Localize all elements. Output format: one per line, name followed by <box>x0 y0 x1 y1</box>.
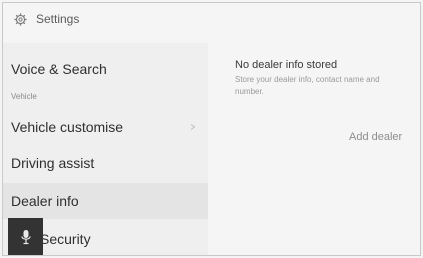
settings-screen: Settings Voice & Search Vehicle Vehicle … <box>2 2 421 256</box>
sidebar-item-vehicle-customise[interactable]: Vehicle customise <box>3 109 208 145</box>
gear-icon <box>14 13 27 26</box>
sidebar-item-label: Security <box>40 231 91 247</box>
chevron-right-icon <box>190 124 196 130</box>
voice-button[interactable] <box>8 218 43 255</box>
sidebar-item-sublabel: Vehicle <box>11 92 37 101</box>
add-dealer-button[interactable]: Add dealer <box>349 131 402 143</box>
microphone-icon <box>20 229 31 244</box>
sidebar-item-label: Dealer info <box>11 193 79 209</box>
sidebar-item-label: Driving assist <box>11 155 95 171</box>
sidebar-item-dealer-info[interactable]: Dealer info <box>3 183 208 219</box>
sidebar-item-driving-assist[interactable]: Driving assist <box>3 145 208 181</box>
page-title: Settings <box>36 12 80 26</box>
header-bar: Settings <box>3 3 420 37</box>
empty-state-title: No dealer info stored <box>235 59 338 71</box>
sidebar-item-label: Vehicle customise <box>11 119 124 135</box>
sidebar-item-label: Voice & Search <box>11 61 107 77</box>
empty-state-description: Store your dealer info, contact name and… <box>235 75 380 96</box>
sidebar-item-voice-search[interactable]: Voice & Search <box>3 51 208 87</box>
